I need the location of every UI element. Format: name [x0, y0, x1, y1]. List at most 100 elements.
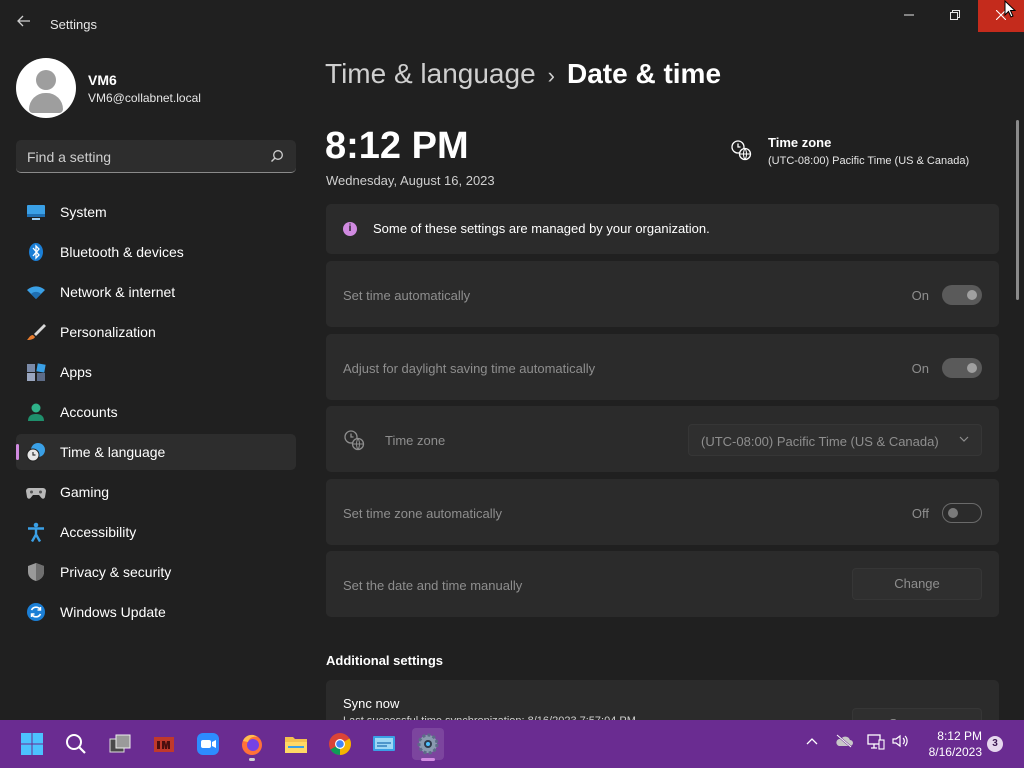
- taskbar-clock-date[interactable]: 8/16/2023: [920, 745, 982, 759]
- arrow-left-icon: [17, 15, 30, 27]
- network-button[interactable]: [866, 734, 886, 754]
- paintbrush-icon: [27, 324, 46, 340]
- time-zone-dropdown[interactable]: (UTC-08:00) Pacific Time (US & Canada): [688, 424, 982, 456]
- change-button[interactable]: Change: [852, 568, 982, 600]
- onedrive-icon: [836, 734, 853, 748]
- sidebar-item-label: Personalization: [60, 324, 156, 340]
- gamepad-icon: [26, 488, 46, 499]
- sidebar-item-label: Gaming: [60, 484, 110, 500]
- setting-label: Set time automatically: [343, 288, 471, 303]
- timezone-title: Time zone: [768, 135, 832, 150]
- media-app-icon: [154, 737, 174, 752]
- scrollbar[interactable]: [1016, 120, 1019, 300]
- remote-desktop-icon: [373, 736, 395, 751]
- media-app-button[interactable]: [148, 728, 180, 760]
- toggle-state: On: [911, 288, 929, 303]
- user-profile[interactable]: VM6 VM6@collabnet.local: [16, 58, 286, 118]
- close-button[interactable]: [978, 0, 1024, 32]
- task-view-button[interactable]: [104, 728, 136, 760]
- volume-icon: [892, 734, 908, 748]
- onedrive-button[interactable]: [834, 734, 854, 754]
- sidebar-item-label: Accounts: [60, 404, 118, 420]
- toggle-state: On: [911, 361, 929, 376]
- sidebar-item-personalization[interactable]: Personalization: [16, 314, 296, 350]
- chrome-button[interactable]: [324, 728, 356, 760]
- user-name: VM6: [88, 72, 117, 88]
- sidebar-item-label: Accessibility: [60, 524, 137, 540]
- search-icon: [66, 734, 86, 754]
- taskbar-search-button[interactable]: [60, 728, 92, 760]
- globe-clock-icon: [26, 443, 45, 462]
- setting-label: Sync now: [343, 696, 400, 711]
- start-icon: [21, 733, 43, 755]
- current-time: 8:12 PM: [325, 125, 469, 167]
- org-managed-notice: i Some of these settings are managed by …: [326, 204, 999, 254]
- sidebar-item-time-language[interactable]: Time & language: [16, 434, 296, 470]
- globe-clock-icon: [344, 430, 365, 451]
- monitor-icon: [27, 205, 45, 220]
- task-view-icon: [109, 734, 131, 753]
- settings-gear-icon: [417, 733, 439, 755]
- set-time-auto-toggle[interactable]: [942, 285, 982, 305]
- sidebar-item-label: System: [60, 204, 107, 220]
- search-input[interactable]: Find a setting: [16, 140, 296, 173]
- settings-taskbar-button[interactable]: [412, 728, 444, 761]
- minimize-button[interactable]: [886, 0, 932, 32]
- notice-text: Some of these settings are managed by yo…: [373, 221, 710, 236]
- setting-label: Set time zone automatically: [343, 506, 502, 521]
- taskbar-clock-time[interactable]: 8:12 PM: [920, 729, 982, 743]
- setting-label: Set the date and time manually: [343, 578, 523, 593]
- show-hidden-icons-button[interactable]: [802, 734, 822, 754]
- sidebar-item-label: Bluetooth & devices: [60, 244, 184, 260]
- chrome-icon: [329, 733, 351, 755]
- sidebar-item-label: Windows Update: [60, 604, 166, 620]
- file-explorer-icon: [285, 737, 307, 753]
- chevron-up-icon: [806, 738, 818, 745]
- accessibility-icon: [28, 522, 44, 542]
- restore-icon: [950, 10, 960, 20]
- sidebar-item-gaming[interactable]: Gaming: [16, 474, 296, 510]
- breadcrumb-parent[interactable]: Time & language: [325, 58, 536, 89]
- info-icon: i: [343, 222, 357, 236]
- sidebar-item-bluetooth[interactable]: Bluetooth & devices: [16, 234, 296, 270]
- start-button[interactable]: [16, 728, 48, 760]
- zoom-button[interactable]: [192, 728, 224, 760]
- setting-time-zone: Time zone (UTC-08:00) Pacific Time (US &…: [326, 406, 999, 472]
- set-tz-auto-toggle[interactable]: [942, 503, 982, 523]
- toggle-state: Off: [911, 506, 929, 521]
- sidebar-item-system[interactable]: System: [16, 194, 296, 230]
- firefox-button[interactable]: [236, 728, 268, 761]
- volume-button[interactable]: [890, 734, 910, 754]
- minimize-icon: [904, 14, 914, 16]
- taskbar: 8:12 PM 8/16/2023: [0, 720, 1024, 768]
- avatar: [16, 58, 76, 118]
- setting-label: Time zone: [385, 433, 446, 448]
- page-title: Date & time: [566, 58, 722, 89]
- daylight-saving-toggle[interactable]: [942, 358, 982, 378]
- firefox-icon: [242, 734, 262, 755]
- maximize-button[interactable]: [932, 0, 978, 32]
- file-explorer-button[interactable]: [280, 728, 312, 760]
- sidebar-item-accounts[interactable]: Accounts: [16, 394, 296, 430]
- sidebar-item-privacy[interactable]: Privacy & security: [16, 554, 296, 590]
- update-icon: [27, 603, 45, 621]
- globe-clock-icon: [731, 140, 752, 161]
- setting-manual-date-time: Set the date and time manually Change: [326, 551, 999, 617]
- back-button[interactable]: [10, 12, 38, 36]
- current-date: Wednesday, August 16, 2023: [326, 173, 495, 188]
- notification-badge[interactable]: 3: [987, 736, 1003, 752]
- zoom-icon: [197, 733, 219, 755]
- app-title: Settings: [50, 17, 97, 32]
- sidebar-item-windows-update[interactable]: Windows Update: [16, 594, 296, 630]
- breadcrumb-separator: ›: [547, 63, 555, 88]
- sidebar-item-network[interactable]: Network & internet: [16, 274, 296, 310]
- sidebar-item-accessibility[interactable]: Accessibility: [16, 514, 296, 550]
- sidebar-item-label: Privacy & security: [60, 564, 172, 580]
- setting-label: Adjust for daylight saving time automati…: [343, 361, 596, 376]
- user-email: VM6@collabnet.local: [88, 91, 201, 105]
- sidebar-item-label: Time & language: [60, 444, 166, 460]
- setting-set-time-zone-automatically: Set time zone automatically Off: [326, 479, 999, 545]
- wifi-icon: [27, 286, 45, 299]
- remote-desktop-button[interactable]: [368, 728, 400, 760]
- sidebar-item-apps[interactable]: Apps: [16, 354, 296, 390]
